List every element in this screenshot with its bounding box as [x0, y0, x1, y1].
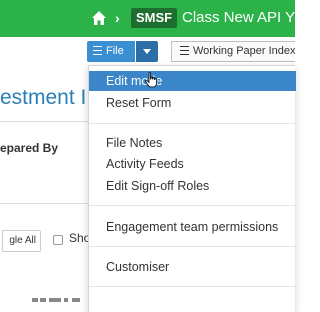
file-button[interactable]: File — [87, 41, 135, 62]
divider — [0, 203, 90, 204]
breadcrumb-separator: › — [115, 10, 120, 26]
file-dropdown-menu: Edit mode Reset Form File Notes Activity… — [88, 65, 296, 312]
menu-divider — [89, 246, 296, 247]
section-heading-fragment — [32, 292, 87, 302]
menu-item-file-notes[interactable]: File Notes — [89, 133, 296, 153]
cropped-text-glyphs — [32, 298, 80, 302]
menu-divider — [89, 205, 296, 206]
divider — [0, 121, 90, 122]
page-title: estment I — [0, 86, 87, 109]
menu-item-customiser[interactable]: Customiser — [89, 257, 296, 277]
list-icon — [180, 45, 189, 55]
list-icon — [93, 45, 102, 55]
top-navigation-bar: › SMSF Class New API Y — [0, 0, 295, 37]
menu-divider — [89, 286, 296, 287]
menu-item-edit-sign-off-roles[interactable]: Edit Sign-off Roles — [89, 176, 296, 196]
hand-cursor-icon — [145, 72, 157, 88]
menu-item-reset-form[interactable]: Reset Form — [89, 93, 296, 113]
entity-type-badge: SMSF — [131, 8, 178, 28]
toggle-all-button[interactable]: gle All — [2, 230, 41, 252]
prepared-by-label: epared By — [0, 141, 59, 155]
working-paper-index-label: Working Paper Index — [193, 45, 295, 57]
menu-item-edit-mode[interactable]: Edit mode — [89, 71, 296, 91]
menu-item-activity-feeds[interactable]: Activity Feeds — [89, 154, 296, 174]
client-name[interactable]: Class New API Y — [182, 7, 295, 29]
working-paper-index-button[interactable]: Working Paper Index — [171, 41, 295, 62]
file-dropdown-toggle[interactable] — [136, 41, 158, 62]
file-button-label: File — [106, 45, 124, 57]
home-icon[interactable] — [91, 10, 107, 26]
show-checkbox[interactable] — [53, 235, 63, 245]
menu-item-engagement-team-permissions[interactable]: Engagement team permissions — [89, 217, 296, 237]
menu-divider — [89, 123, 296, 124]
